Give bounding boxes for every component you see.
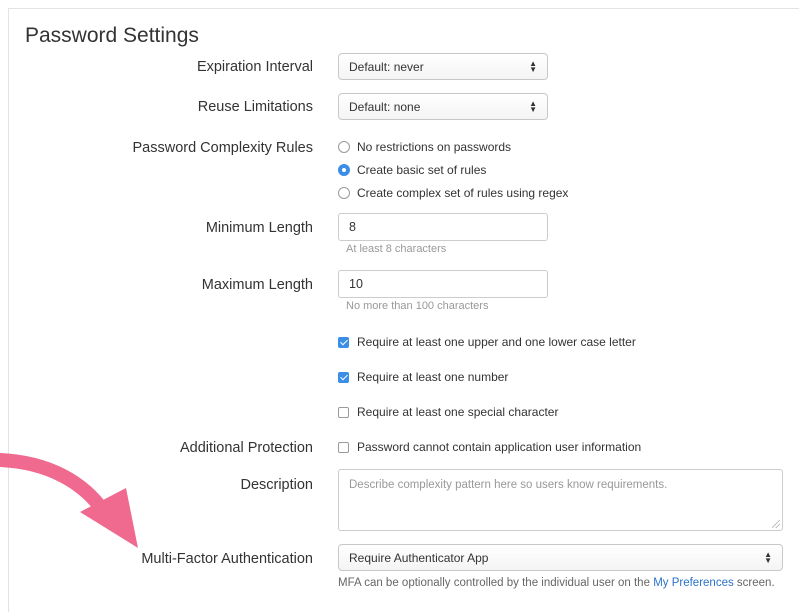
checkbox[interactable] — [338, 406, 349, 418]
checkbox-checked[interactable] — [338, 336, 349, 348]
expiration-interval-select[interactable]: Default: never ▲ ▼ — [338, 53, 548, 80]
checkbox-label: Password cannot contain application user… — [357, 440, 642, 454]
minimum-length-input[interactable]: 8 — [338, 213, 548, 241]
select-arrows-icon: ▲ ▼ — [529, 98, 537, 114]
description-label: Description — [240, 477, 313, 493]
checkbox[interactable] — [338, 441, 349, 453]
additional-protection-label: Additional Protection — [180, 440, 313, 456]
maximum-length-help: No more than 100 characters — [346, 300, 489, 312]
rule-special-character[interactable]: Require at least one special character — [338, 405, 558, 419]
maximum-length-value: 10 — [349, 277, 363, 291]
expiration-interval-label: Expiration Interval — [196, 59, 313, 75]
reuse-limitations-select[interactable]: Default: none ▲ ▼ — [338, 93, 548, 120]
select-arrows-icon: ▲ ▼ — [764, 549, 772, 565]
my-preferences-link[interactable]: My Preferences — [653, 577, 734, 589]
mfa-select[interactable]: Require Authenticator App ▲ ▼ — [338, 544, 783, 571]
radio-complex-regex[interactable]: Create complex set of rules using regex — [338, 186, 568, 200]
mfa-value: Require Authenticator App — [349, 550, 489, 565]
radio-button[interactable] — [338, 141, 350, 153]
checkbox-label: Require at least one special character — [357, 405, 559, 419]
description-placeholder: Describe complexity pattern here so user… — [349, 479, 668, 491]
rule-no-user-info[interactable]: Password cannot contain application user… — [338, 440, 641, 454]
mfa-note-suffix: screen. — [736, 577, 775, 589]
mfa-note-prefix: MFA can be optionally controlled by the … — [338, 577, 650, 589]
checkbox-label: Require at least one upper and one lower… — [357, 335, 636, 349]
pointing-arrow-icon — [0, 453, 138, 548]
mfa-note: MFA can be optionally controlled by the … — [338, 577, 775, 589]
minimum-length-help: At least 8 characters — [346, 243, 447, 255]
radio-label: Create basic set of rules — [357, 163, 487, 177]
checkbox-checked[interactable] — [338, 371, 349, 383]
radio-label: Create complex set of rules using regex — [357, 186, 569, 200]
reuse-limitations-value: Default: none — [349, 99, 421, 114]
description-textarea[interactable]: Describe complexity pattern here so user… — [338, 469, 783, 531]
rule-upper-lower[interactable]: Require at least one upper and one lower… — [338, 335, 636, 349]
radio-button[interactable] — [338, 187, 350, 199]
minimum-length-label: Minimum Length — [205, 220, 313, 236]
complexity-rules-label: Password Complexity Rules — [132, 140, 313, 156]
page-title: Password Settings — [25, 24, 199, 47]
rule-number[interactable]: Require at least one number — [338, 370, 508, 384]
maximum-length-label: Maximum Length — [201, 277, 313, 293]
minimum-length-value: 8 — [349, 220, 356, 234]
radio-label: No restrictions on passwords — [357, 140, 512, 154]
mfa-label: Multi-Factor Authentication — [141, 551, 313, 567]
select-arrows-icon: ▲ ▼ — [529, 58, 537, 74]
reuse-limitations-label: Reuse Limitations — [197, 99, 313, 115]
resize-grip-icon[interactable] — [772, 520, 780, 528]
maximum-length-input[interactable]: 10 — [338, 270, 548, 298]
checkbox-label: Require at least one number — [357, 370, 509, 384]
radio-no-restrictions[interactable]: No restrictions on passwords — [338, 140, 511, 154]
expiration-interval-value: Default: never — [349, 59, 424, 74]
radio-button-selected[interactable] — [338, 164, 350, 176]
radio-basic-rules[interactable]: Create basic set of rules — [338, 163, 486, 177]
